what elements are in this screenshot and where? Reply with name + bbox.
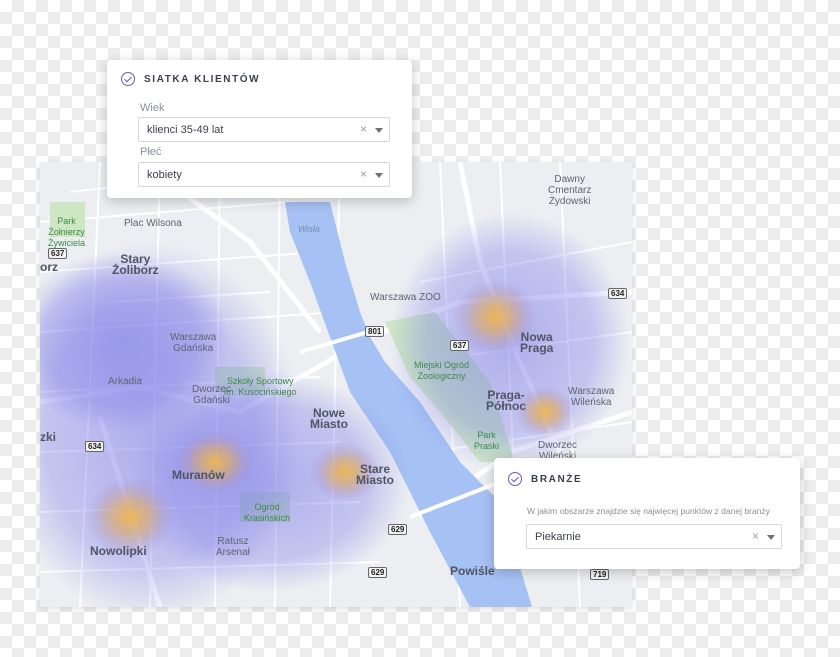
road-shield: 634 bbox=[608, 288, 628, 299]
industries-panel: Branże W jakim obszarze znajdzie się naj… bbox=[494, 458, 800, 569]
sex-label: Płeć bbox=[140, 146, 162, 158]
industry-value: Piekarnie bbox=[535, 531, 581, 543]
chevron-down-icon[interactable] bbox=[375, 128, 383, 133]
district-muranow: Muranów bbox=[172, 468, 225, 482]
industry-select[interactable]: Piekarnie × bbox=[526, 524, 782, 549]
place-park-zolnierzy: Park Żołnierzy Żywiciela bbox=[48, 216, 86, 248]
road-shield: 801 bbox=[365, 326, 385, 337]
road-shield: 637 bbox=[48, 248, 68, 259]
chevron-down-icon[interactable] bbox=[375, 173, 383, 178]
district-edge-left2: zki bbox=[40, 430, 57, 444]
clear-icon[interactable]: × bbox=[360, 167, 367, 181]
place-park-praski: Park Praski bbox=[474, 430, 500, 451]
age-value: klienci 35-49 lat bbox=[147, 124, 224, 136]
age-select[interactable]: klienci 35-49 lat × bbox=[138, 117, 390, 142]
sex-value: kobiety bbox=[147, 169, 182, 181]
river-label: Wisła bbox=[298, 224, 320, 234]
check-circle-icon[interactable] bbox=[508, 472, 522, 486]
industries-header[interactable]: Branże bbox=[508, 472, 582, 486]
sex-select[interactable]: kobiety × bbox=[138, 162, 390, 187]
district-powisle: Powiśle bbox=[450, 564, 495, 578]
client-grid-header[interactable]: Siatka klientów bbox=[121, 72, 260, 86]
place-warszawa-wilenska: Warszawa Wileńska bbox=[568, 386, 615, 408]
district-praga-polnoc: Praga- Północ bbox=[486, 388, 527, 413]
check-circle-icon[interactable] bbox=[121, 72, 135, 86]
road-shield: 637 bbox=[450, 340, 470, 351]
chevron-down-icon[interactable] bbox=[767, 535, 775, 540]
age-label: Wiek bbox=[140, 102, 165, 114]
place-arkadia: Arkadia bbox=[108, 376, 142, 387]
district-stare-miasto: Stare Miasto bbox=[356, 462, 395, 487]
road-shield: 634 bbox=[85, 441, 105, 452]
road-shield: 719 bbox=[590, 569, 610, 580]
panel-title: Siatka klientów bbox=[144, 73, 261, 85]
place-plac-wilsona: Plac Wilsona bbox=[124, 218, 182, 229]
district-nowe-miasto: Nowe Miasto bbox=[310, 406, 349, 431]
district-edge-left: orz bbox=[40, 260, 58, 274]
district-nowolipki: Nowolipki bbox=[90, 544, 147, 558]
road-shield: 629 bbox=[368, 567, 388, 578]
district-nowa-praga: Nowa Praga bbox=[520, 330, 554, 355]
panel-title: Branże bbox=[531, 473, 583, 485]
place-warszawa-gdanska: Warszawa Gdańska bbox=[170, 332, 217, 354]
place-ogrod-krasinskich: Ogród Krasińskich bbox=[244, 502, 291, 523]
clear-icon[interactable]: × bbox=[752, 529, 759, 543]
place-dawny-cmentarz: Dawny Cmentarz Żydowski bbox=[548, 174, 592, 207]
place-warszawa-zoo: Warszawa ZOO bbox=[370, 292, 441, 303]
client-grid-panel: Siatka klientów Wiek klienci 35-49 lat ×… bbox=[107, 60, 412, 198]
district-stary-zoliborz: Stary Żoliborz bbox=[112, 252, 159, 277]
clear-icon[interactable]: × bbox=[360, 122, 367, 136]
place-miejski-ogrod: Miejski Ogród Zoologiczny bbox=[414, 360, 470, 381]
road-shield: 629 bbox=[388, 524, 408, 535]
place-ratusz-arsenal: Ratusz Arsenał bbox=[216, 536, 250, 558]
place-szkoly: Szkoły Sportowy im. Kusocińskiego bbox=[224, 376, 297, 397]
industries-hint: W jakim obszarze znajdzie się najwięcej … bbox=[527, 506, 770, 516]
